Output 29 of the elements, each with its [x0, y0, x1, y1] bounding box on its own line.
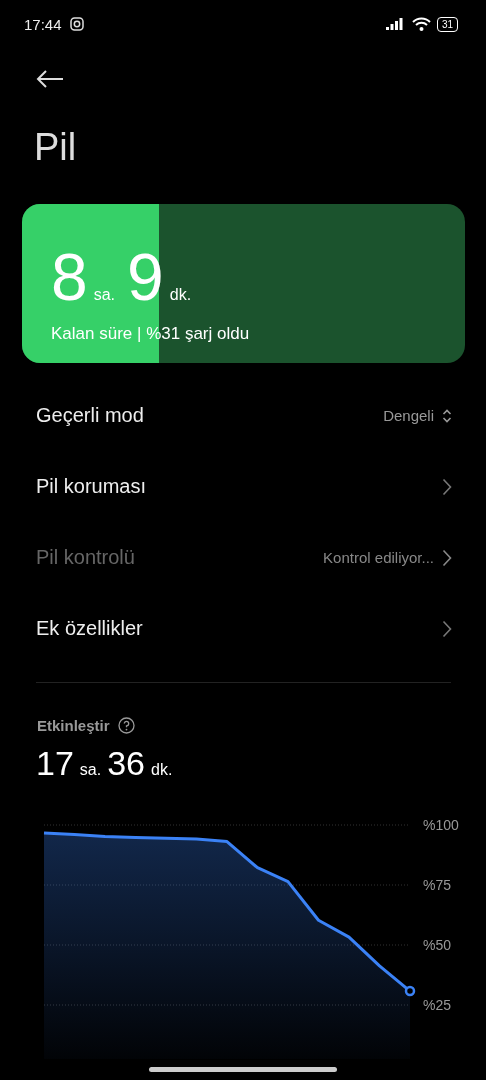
settings-row[interactable]: Pil koruması — [0, 451, 486, 522]
chevron-right-icon — [442, 477, 452, 496]
battery-indicator: 31 — [436, 16, 458, 32]
y-axis-label: %75 — [423, 877, 452, 893]
wifi-icon — [411, 17, 431, 31]
page-title: Pil — [33, 125, 78, 170]
section-label: Etkinleştir — [37, 717, 110, 734]
minutes-unit: dk. — [169, 286, 192, 304]
camera-icon — [69, 17, 84, 31]
y-axis-label: %50 — [423, 937, 452, 953]
y-axis-label: %100 — [423, 817, 459, 833]
current-point-marker — [404, 985, 416, 997]
up-down-icon — [442, 408, 452, 423]
signal-icon — [385, 18, 406, 30]
hours-value: 8 — [51, 244, 88, 310]
settings-row[interactable]: Geçerli mod Dengeli — [0, 380, 486, 451]
clock: 17:44 — [24, 15, 62, 33]
hours-unit: sa. — [79, 761, 102, 779]
hours-value: 17 — [36, 744, 74, 783]
y-axis-label: %25 — [423, 997, 452, 1013]
minutes-unit: dk. — [151, 761, 173, 779]
help-icon[interactable] — [117, 717, 135, 734]
back-icon[interactable] — [36, 69, 64, 89]
settings-row[interactable]: Ek özellikler — [0, 593, 486, 664]
remaining-time-caption: Kalan süre | %31 şarj oldu — [51, 324, 251, 344]
minutes-value: 36 — [107, 744, 145, 783]
hours-unit: sa. — [93, 286, 116, 304]
chevron-right-icon — [442, 619, 452, 638]
chevron-right-icon — [442, 548, 452, 567]
